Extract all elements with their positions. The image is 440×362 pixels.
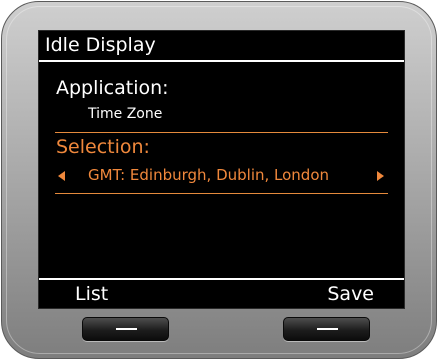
- page-title: Idle Display: [45, 34, 156, 56]
- display-screen: Idle Display Application: Time Zone Sele…: [38, 30, 405, 309]
- right-display-key[interactable]: [283, 317, 370, 341]
- dash-icon: [116, 328, 137, 330]
- softkey-divider: [39, 278, 404, 280]
- triangle-right-icon[interactable]: [377, 171, 384, 181]
- application-label: Application:: [56, 77, 169, 99]
- left-display-key[interactable]: [82, 317, 169, 341]
- triangle-left-icon[interactable]: [58, 171, 65, 181]
- selection-value: GMT: Edinburgh, Dublin, London: [88, 166, 330, 184]
- selection-option-selector[interactable]: GMT: Edinburgh, Dublin, London: [55, 165, 389, 185]
- title-divider: [39, 60, 404, 62]
- phone-device: Idle Display Application: Time Zone Sele…: [1, 1, 437, 359]
- application-value: Time Zone: [88, 106, 163, 122]
- list-softkey[interactable]: List: [75, 282, 108, 306]
- title-bar: Idle Display: [39, 31, 404, 61]
- selection-label: Selection:: [56, 136, 150, 158]
- selection-bottom-divider: [55, 193, 388, 194]
- save-softkey[interactable]: Save: [327, 282, 374, 306]
- dash-icon: [317, 328, 338, 330]
- selection-top-divider: [55, 132, 388, 133]
